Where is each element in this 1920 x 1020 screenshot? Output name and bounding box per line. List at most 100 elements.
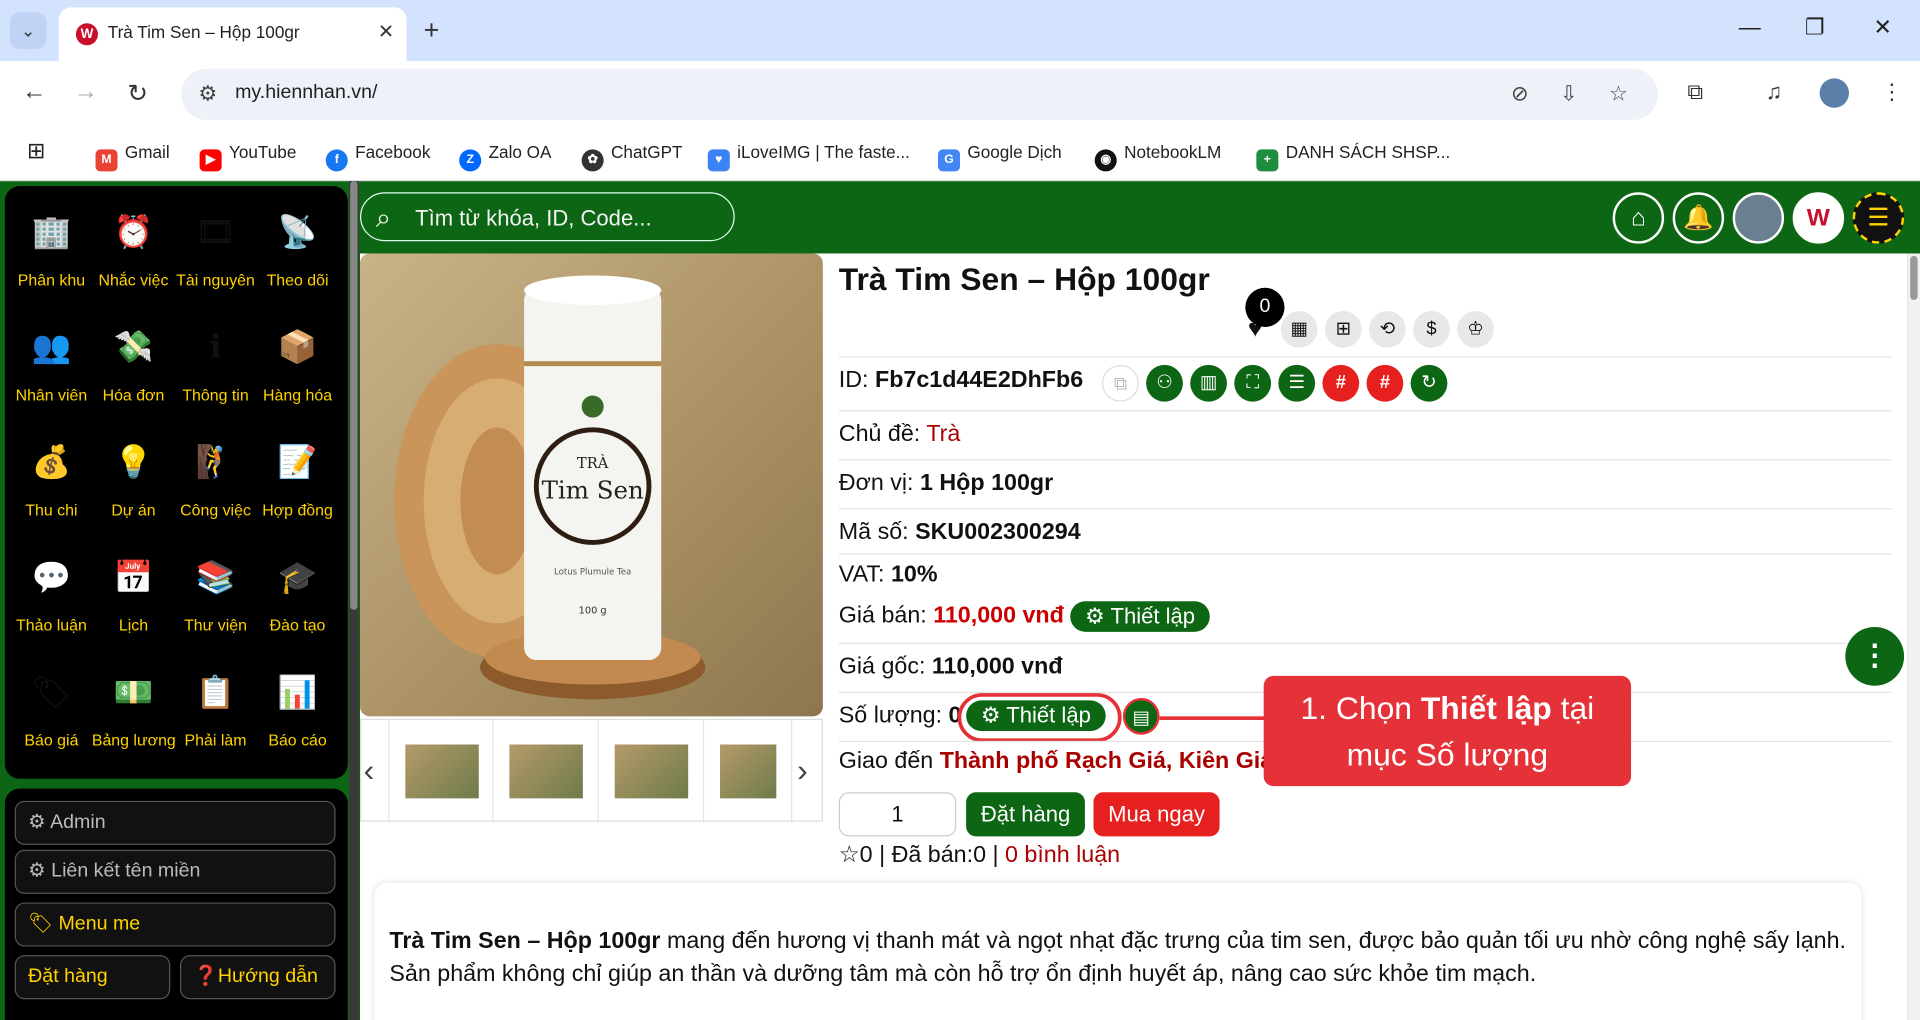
qr-code-icon[interactable]: ▦: [1280, 311, 1318, 348]
bookmark-star-icon[interactable]: ☆: [1609, 82, 1628, 106]
admin-button[interactable]: ⚙ Admin: [14, 800, 336, 845]
help-icon: ❓: [193, 966, 218, 987]
app-work[interactable]: 🧗 Công việc: [174, 433, 257, 519]
apps-grid-icon[interactable]: ⊞: [27, 138, 45, 164]
hash-icon-2[interactable]: #: [1366, 364, 1404, 402]
new-tab-icon[interactable]: +: [424, 15, 440, 47]
app-tracking[interactable]: 📡 Theo dõi: [256, 203, 339, 289]
domain-link-button[interactable]: ⚙ Liên kết tên miền: [14, 849, 336, 894]
buy-now-button[interactable]: Mua ngay: [1093, 792, 1220, 837]
app-library[interactable]: 📚 Thư viện: [174, 549, 257, 634]
close-window-icon[interactable]: ✕: [1873, 15, 1891, 41]
star-icon: ☆: [838, 842, 860, 869]
bookmark-danh-sach[interactable]: + DANH SÁCH SHSP...: [1256, 142, 1450, 172]
app-todo[interactable]: 📋 Phải làm: [174, 664, 257, 749]
app-quote[interactable]: 🏷 Báo giá: [10, 664, 93, 749]
comments-link[interactable]: 0 bình luận: [1005, 842, 1120, 868]
menu-me-button[interactable]: 🏷 Menu me: [14, 902, 336, 947]
quantity-row: Số lượng: 0: [838, 702, 962, 729]
app-calendar[interactable]: 📅 Lịch: [92, 549, 175, 634]
guide-button[interactable]: ❓Hướng dẫn: [180, 955, 336, 1000]
bookmark-gmail[interactable]: M Gmail: [95, 142, 170, 172]
list-icon[interactable]: ☰: [1278, 364, 1316, 402]
minimize-icon[interactable]: —: [1739, 15, 1761, 41]
bookmark-notebooklm[interactable]: ◉ NotebookLM: [1094, 142, 1221, 172]
search-icon: ⌕: [375, 202, 392, 233]
app-report[interactable]: 📊 Báo cáo: [256, 664, 339, 750]
brand-logo[interactable]: W: [1792, 192, 1845, 244]
reload-icon[interactable]: ↻: [127, 78, 148, 109]
bookmark-zalo[interactable]: Z Zalo OA: [459, 142, 551, 172]
address-bar[interactable]: ⚙ my.hiennhan.vn/ ⊘ ⇩ ☆: [181, 68, 1658, 121]
bell-icon[interactable]: 🔔: [1672, 192, 1725, 244]
app-project[interactable]: 💡 Dự án: [92, 433, 175, 519]
app-goods[interactable]: 📦 Hàng hóa: [256, 318, 339, 404]
fullscreen-icon[interactable]: ⛶: [1234, 364, 1272, 402]
share-icon[interactable]: ⚇: [1146, 364, 1183, 402]
sidebar-scrollbar[interactable]: [348, 181, 359, 1020]
payroll-icon: 💵: [113, 673, 154, 711]
restore-icon[interactable]: ❐: [1805, 15, 1825, 41]
close-tab-icon[interactable]: ✕: [378, 20, 394, 44]
app-label: Báo cáo: [268, 731, 327, 750]
hash-icon[interactable]: #: [1322, 364, 1360, 402]
add-order-button[interactable]: Đặt hàng: [966, 792, 1085, 837]
product-image[interactable]: TRÀ Tim Sen Lotus Plumule Tea 100 g: [360, 253, 823, 717]
profile-avatar[interactable]: [1819, 78, 1849, 108]
tab-search-button[interactable]: ⌄: [9, 12, 47, 49]
app-info[interactable]: ℹ Thông tin: [174, 318, 257, 404]
content-scrollbar[interactable]: [1907, 253, 1920, 1020]
hamburger-menu-icon[interactable]: ☰: [1852, 192, 1905, 244]
bookmark-google-dich[interactable]: G Google Dịch: [937, 142, 1062, 172]
copy-icon[interactable]: ⧉: [1102, 364, 1139, 402]
menu-dots-icon[interactable]: ⋮: [1881, 80, 1903, 106]
back-icon[interactable]: ←: [22, 78, 46, 106]
money-bag-icon[interactable]: $: [1413, 311, 1450, 348]
thumbnail-2[interactable]: [493, 720, 599, 823]
app-districts[interactable]: 🏢 Phân khu: [10, 203, 93, 289]
thumbnail-1[interactable]: [388, 720, 494, 823]
thumbnail-4[interactable]: [704, 720, 793, 823]
bookmark-iloveimg[interactable]: ♥ iLoveIMG | The faste...: [707, 142, 910, 172]
cost-row: Giá gốc: 110,000 vnđ: [838, 653, 1063, 680]
layout-icon[interactable]: ▥: [1190, 364, 1227, 402]
order-button[interactable]: Đặt hàng: [14, 955, 171, 1000]
bookmark-chatgpt[interactable]: ✿ ChatGPT: [581, 142, 682, 172]
app-staff[interactable]: 👥 Nhân viên: [10, 318, 93, 404]
price-setup-button[interactable]: ⚙ Thiết lập: [1070, 601, 1210, 632]
bookmark-facebook[interactable]: f Facebook: [325, 142, 430, 172]
next-arrow-icon[interactable]: ›: [797, 752, 808, 790]
location-blocked-icon[interactable]: ⊘: [1511, 82, 1528, 106]
store-icon[interactable]: ⌂: [1612, 192, 1665, 244]
quantity-setup-button[interactable]: ⚙ Thiết lập: [966, 700, 1106, 732]
app-training[interactable]: 🎓 Đào tạo: [256, 549, 339, 634]
refresh-icon[interactable]: ↻: [1410, 364, 1448, 402]
sitemap-icon[interactable]: ♔: [1457, 311, 1494, 348]
active-tab[interactable]: W Trà Tim Sen – Hộp 100gr ✕: [58, 7, 407, 62]
app-cashflow[interactable]: 💰 Thu chi: [10, 433, 93, 519]
app-discussion[interactable]: 💬 Thảo luận: [10, 549, 93, 634]
search-input[interactable]: ⌕ Tìm từ khóa, ID, Code...: [360, 192, 735, 242]
app-invoice[interactable]: 💸 Hóa đơn: [92, 318, 175, 404]
app-payroll[interactable]: 💵 Bảng lương: [92, 664, 176, 749]
prev-arrow-icon[interactable]: ‹: [364, 752, 375, 790]
bookmark-youtube[interactable]: ▶ YouTube: [199, 142, 296, 172]
extensions-icon[interactable]: ⧉: [1687, 80, 1703, 106]
quantity-input[interactable]: 1: [838, 792, 957, 837]
add-box-icon[interactable]: ⊞: [1324, 311, 1362, 348]
site-info-icon[interactable]: ⚙: [198, 82, 217, 106]
media-control-icon[interactable]: ♫: [1766, 80, 1783, 106]
app-contract[interactable]: 📝 Hợp đồng: [256, 433, 339, 519]
report-icon: 📊: [277, 673, 318, 711]
user-avatar[interactable]: [1732, 192, 1785, 244]
more-actions-button[interactable]: ⋮: [1845, 626, 1905, 686]
thumbnail-3[interactable]: [599, 720, 705, 823]
app-reminder[interactable]: ⏰ Nhắc việc: [92, 203, 175, 289]
stock-doc-icon[interactable]: ▤: [1122, 697, 1160, 735]
install-app-icon[interactable]: ⇩: [1560, 82, 1577, 106]
app-resources[interactable]: 🎞 Tài nguyên: [174, 203, 257, 289]
topic-link[interactable]: Trà: [926, 421, 960, 447]
history-icon[interactable]: ⟲: [1368, 311, 1406, 348]
invoice-icon: 💸: [113, 328, 154, 365]
forward-icon[interactable]: →: [73, 78, 97, 106]
